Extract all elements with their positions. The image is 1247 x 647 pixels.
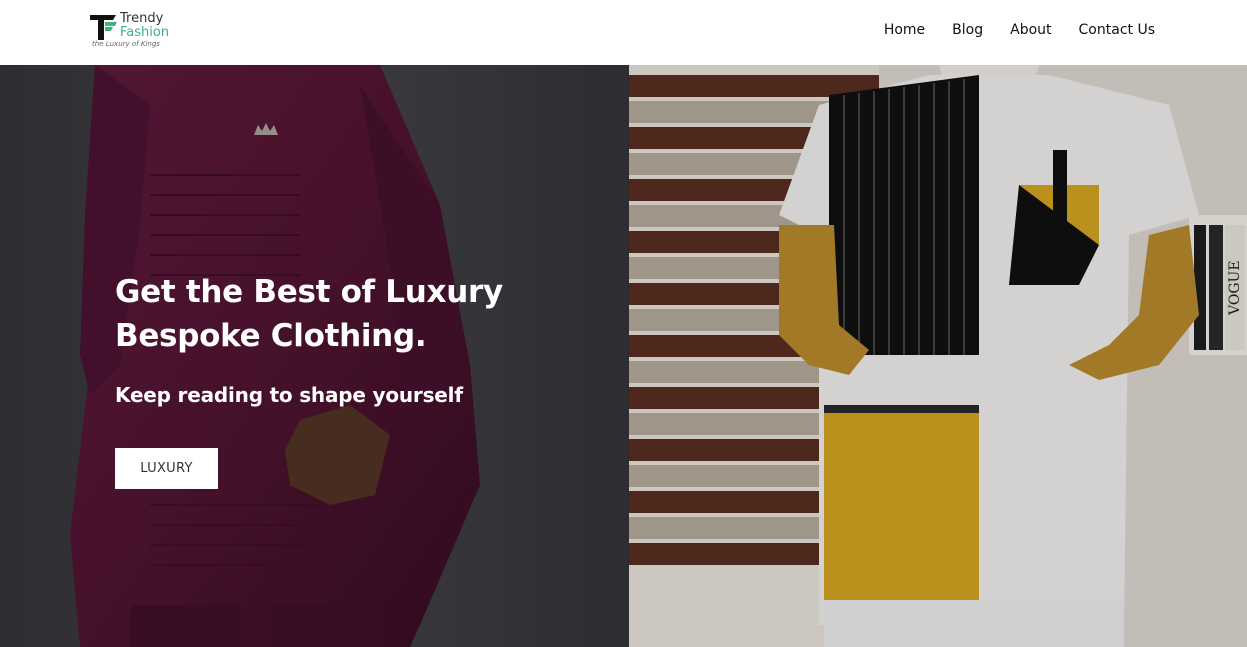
logo-tagline: the Luxury of Kings: [92, 40, 160, 48]
nav-blog[interactable]: Blog: [952, 21, 983, 39]
logo-mark-icon: [90, 15, 117, 40]
luxury-button[interactable]: LUXURY: [115, 448, 218, 489]
hero-title: Get the Best of Luxury Bespoke Clothing.: [115, 274, 503, 354]
logo-word-trendy: Trendy: [120, 11, 164, 26]
hero-section: VOGUE Get the Best of Luxury Bespoke Clo…: [0, 65, 1247, 647]
site-header: Trendy Fashion the Luxury of Kings Home …: [0, 0, 1247, 65]
hero-subtitle: Keep reading to shape yourself: [115, 383, 463, 407]
main-nav: Home Blog About Contact Us: [884, 21, 1155, 39]
nav-contact[interactable]: Contact Us: [1079, 21, 1155, 39]
nav-about[interactable]: About: [1010, 21, 1051, 39]
nav-home[interactable]: Home: [884, 21, 925, 39]
hero-right-overlay: [629, 65, 1247, 647]
logo-word-fashion: Fashion: [120, 25, 170, 40]
logo-link[interactable]: Trendy Fashion the Luxury of Kings: [89, 11, 189, 51]
hero-image-right: VOGUE: [629, 65, 1247, 647]
